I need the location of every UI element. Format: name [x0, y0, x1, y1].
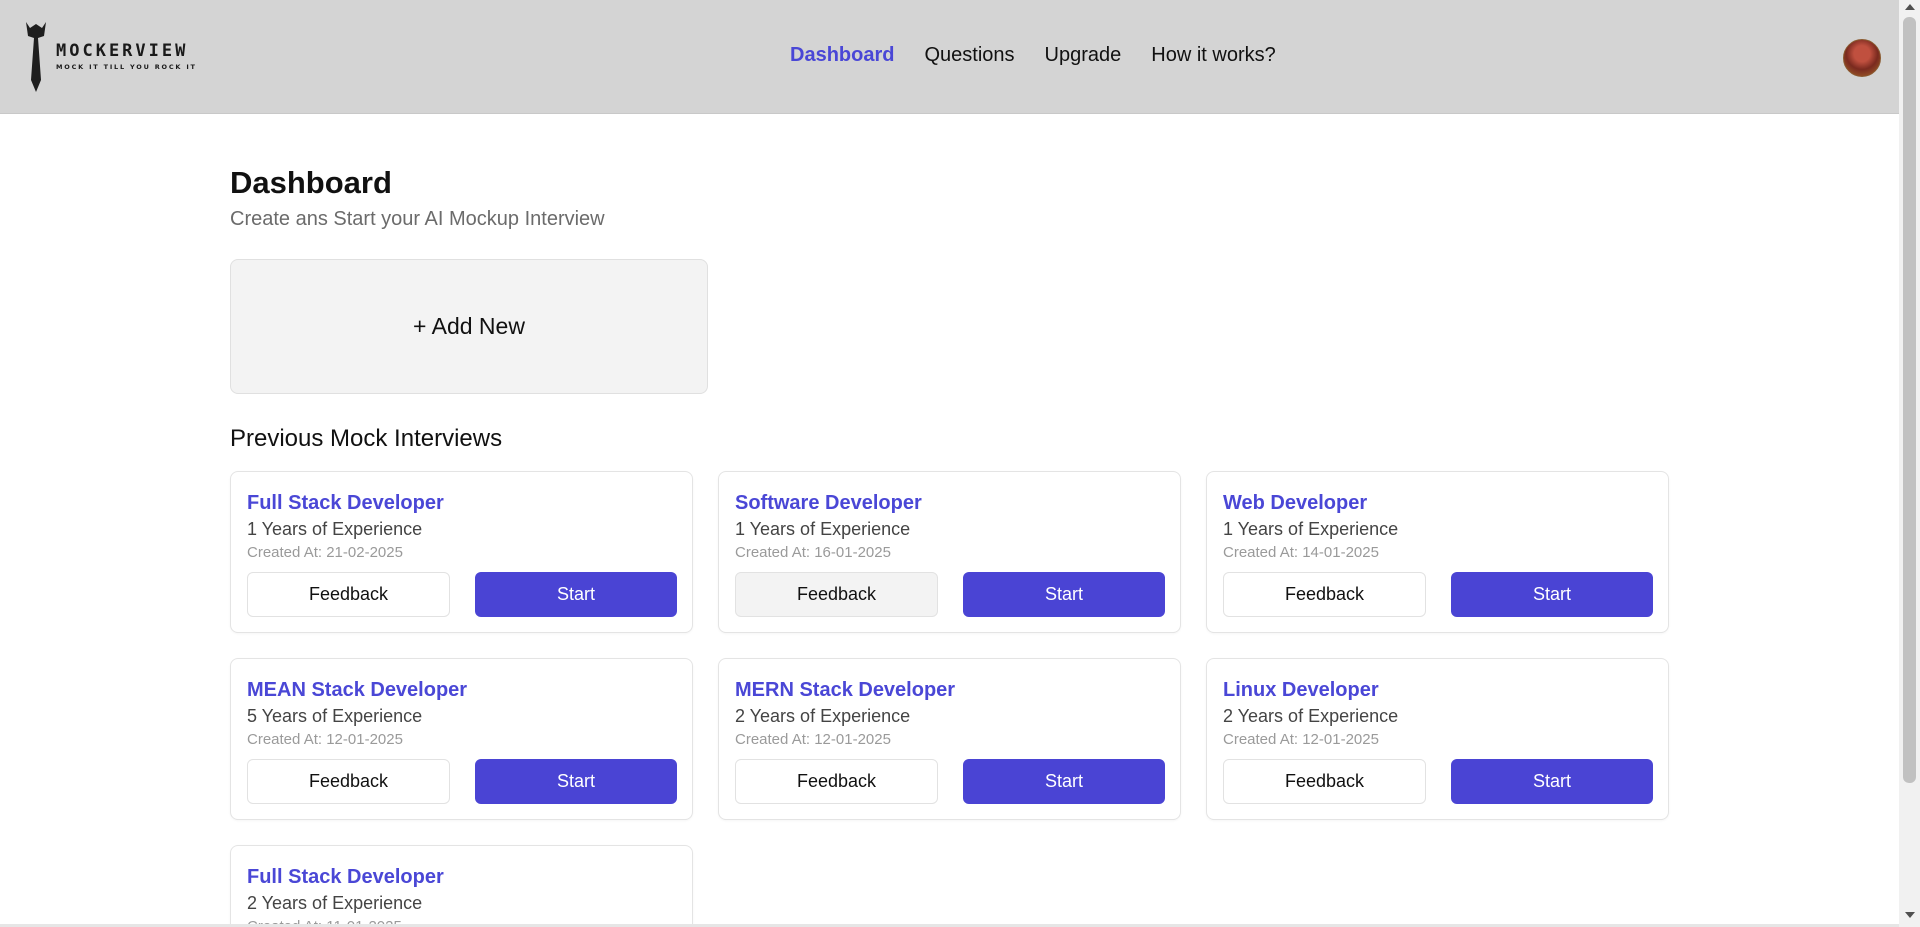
add-new-interview-button[interactable]: + Add New — [230, 259, 708, 394]
feedback-button[interactable]: Feedback — [735, 759, 938, 804]
interview-role: MEAN Stack Developer — [247, 679, 468, 701]
app-logo[interactable]: MOCKERVIEW MOCK IT TILL YOU ROCK IT — [24, 20, 224, 92]
interview-card: Full Stack Developer 1 Years of Experien… — [230, 471, 693, 633]
interview-role: Web Developer — [1223, 492, 1368, 514]
interview-card: Web Developer 1 Years of Experience Crea… — [1206, 471, 1669, 633]
interview-created-date: Created At: 12-01-2025 — [735, 731, 891, 748]
necktie-icon — [26, 22, 46, 92]
interview-created-date: Created At: 12-01-2025 — [1223, 731, 1379, 748]
interview-experience: 1 Years of Experience — [735, 519, 911, 539]
start-button[interactable]: Start — [475, 572, 677, 617]
interview-experience: 5 Years of Experience — [247, 706, 423, 726]
interview-role: Linux Developer — [1223, 679, 1379, 701]
logo-brand-text: MOCKERVIEW — [56, 41, 189, 61]
page-subtitle: Create ans Start your AI Mockup Intervie… — [230, 208, 605, 230]
interview-experience: 2 Years of Experience — [1223, 706, 1399, 726]
interview-experience: 2 Years of Experience — [247, 893, 423, 913]
feedback-button[interactable]: Feedback — [1223, 759, 1426, 804]
page-title: Dashboard — [230, 165, 392, 200]
user-avatar[interactable] — [1843, 39, 1881, 77]
interview-role: Full Stack Developer — [247, 866, 444, 888]
interview-experience: 2 Years of Experience — [735, 706, 911, 726]
scroll-up-arrow-icon[interactable] — [1905, 4, 1915, 10]
interview-role: Software Developer — [735, 492, 922, 514]
interview-role: Full Stack Developer — [247, 492, 444, 514]
main-nav: Dashboard Questions Upgrade How it works… — [790, 44, 1276, 67]
interview-experience: 1 Years of Experience — [1223, 519, 1399, 539]
start-button[interactable]: Start — [1451, 572, 1653, 617]
feedback-button[interactable]: Feedback — [1223, 572, 1426, 617]
feedback-button[interactable]: Feedback — [735, 572, 938, 617]
interview-created-date: Created At: 16-01-2025 — [735, 544, 891, 561]
interview-created-date: Created At: 14-01-2025 — [1223, 544, 1379, 561]
interview-experience: 1 Years of Experience — [247, 519, 423, 539]
nav-link-how-it-works[interactable]: How it works? — [1151, 44, 1275, 67]
interview-card: MEAN Stack Developer 5 Years of Experien… — [230, 658, 693, 820]
interview-card: MERN Stack Developer 2 Years of Experien… — [718, 658, 1181, 820]
start-button[interactable]: Start — [475, 759, 677, 804]
interview-card: Software Developer 1 Years of Experience… — [718, 471, 1181, 633]
logo-tagline: MOCK IT TILL YOU ROCK IT — [56, 63, 197, 71]
vertical-scrollbar[interactable] — [1899, 0, 1920, 927]
scroll-down-arrow-icon[interactable] — [1905, 912, 1915, 918]
start-button[interactable]: Start — [963, 572, 1165, 617]
interview-role: MERN Stack Developer — [735, 679, 956, 701]
interview-created-date: Created At: 21-02-2025 — [247, 544, 403, 561]
top-navbar: MOCKERVIEW MOCK IT TILL YOU ROCK IT Dash… — [0, 0, 1899, 114]
interview-created-date: Created At: 12-01-2025 — [247, 731, 403, 748]
start-button[interactable]: Start — [963, 759, 1165, 804]
feedback-button[interactable]: Feedback — [247, 759, 450, 804]
interview-card: Linux Developer 2 Years of Experience Cr… — [1206, 658, 1669, 820]
start-button[interactable]: Start — [1451, 759, 1653, 804]
section-title-previous-interviews: Previous Mock Interviews — [230, 425, 503, 452]
scrollbar-thumb[interactable] — [1903, 17, 1916, 783]
nav-link-dashboard[interactable]: Dashboard — [790, 44, 894, 67]
nav-link-questions[interactable]: Questions — [924, 44, 1014, 67]
feedback-button[interactable]: Feedback — [247, 572, 450, 617]
interview-card: Full Stack Developer 2 Years of Experien… — [230, 845, 693, 927]
nav-link-upgrade[interactable]: Upgrade — [1045, 44, 1122, 67]
